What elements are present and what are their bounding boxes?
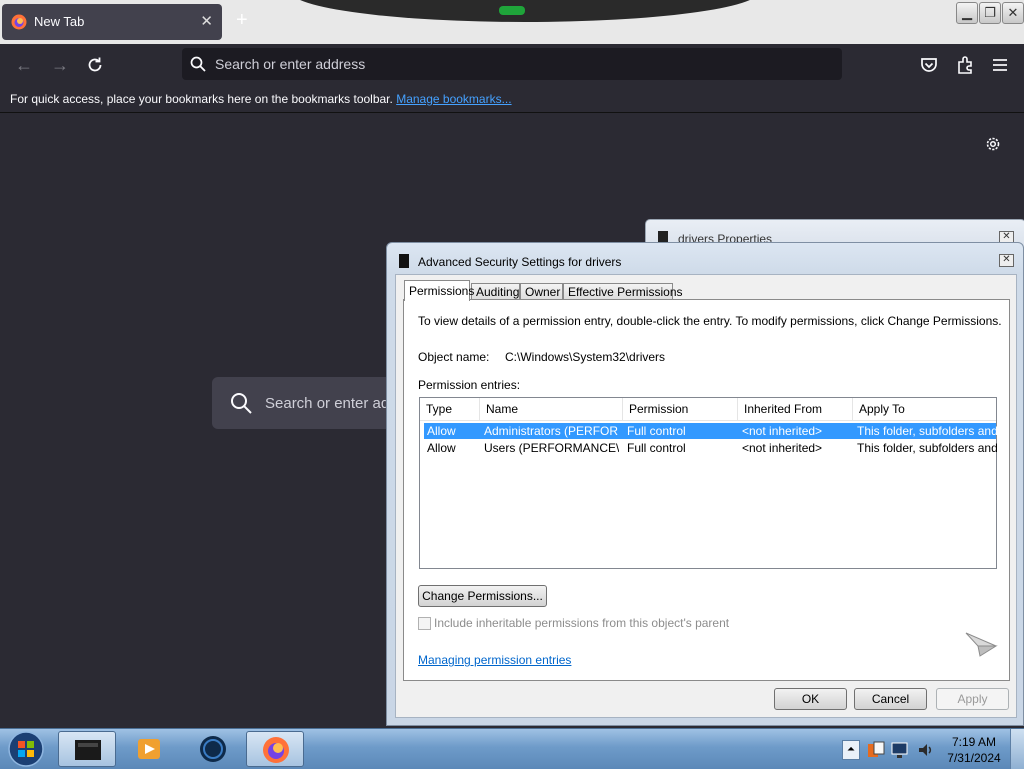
taskbar-firefox[interactable]	[246, 731, 304, 767]
column-name[interactable]: Name	[480, 398, 623, 420]
close-icon[interactable]: ✕	[999, 254, 1014, 267]
permission-entries-list[interactable]: Type Name Permission Inherited From Appl…	[419, 397, 997, 569]
info-text: To view details of a permission entry, d…	[418, 314, 1002, 328]
apply-button[interactable]: Apply	[936, 688, 1009, 710]
taskbar-globe-app[interactable]	[184, 731, 242, 767]
tab-auditing[interactable]: Auditing	[471, 283, 520, 300]
object-name-value: C:\Windows\System32\drivers	[505, 350, 666, 364]
volume-icon[interactable]	[916, 740, 936, 760]
taskbar-security-app[interactable]	[58, 731, 116, 767]
gear-icon[interactable]	[984, 135, 1002, 153]
search-icon	[190, 56, 206, 72]
security-icon	[399, 254, 409, 268]
globe-icon	[200, 736, 226, 762]
firefox-icon	[263, 737, 289, 763]
bookmarks-toolbar: For quick access, place your bookmarks h…	[0, 86, 1024, 113]
firefox-icon	[11, 14, 27, 30]
cell-name: Administrators (PERFOR...	[484, 424, 619, 438]
cell-name: Users (PERFORMANCE\...	[484, 441, 619, 455]
new-tab-button[interactable]: +	[236, 9, 248, 32]
bookmarks-message: For quick access, place your bookmarks h…	[10, 92, 512, 106]
close-tab-icon[interactable]: ✕	[200, 12, 213, 30]
tab-strip: New Tab ✕ + ▁ ❐ ✕	[0, 0, 1024, 44]
security-icon	[75, 740, 101, 760]
permissions-panel: To view details of a permission entry, d…	[403, 299, 1010, 681]
clock[interactable]: 7:19 AM 7/31/2024	[945, 734, 1003, 766]
back-button[interactable]: ←	[12, 54, 36, 76]
navigation-toolbar: ← → Search or enter address	[0, 44, 1024, 86]
permission-entries-label: Permission entries:	[418, 378, 521, 392]
tab-title: New Tab	[34, 14, 85, 29]
cell-type: Allow	[427, 424, 456, 438]
tab-owner[interactable]: Owner	[520, 283, 563, 300]
restore-button[interactable]: ❐	[979, 2, 1001, 24]
cell-inherited-from: <not inherited>	[742, 424, 823, 438]
extensions-icon[interactable]	[954, 54, 976, 76]
cell-inherited-from: <not inherited>	[742, 441, 823, 455]
cell-permission: Full control	[627, 424, 686, 438]
reload-icon[interactable]	[86, 56, 104, 74]
include-inheritable-checkbox[interactable]	[418, 617, 431, 630]
object-name-label: Object name:	[418, 350, 490, 364]
table-row[interactable]: Allow Users (PERFORMANCE\... Full contro…	[424, 440, 997, 456]
network-icon[interactable]	[890, 740, 910, 760]
address-placeholder: Search or enter address	[215, 56, 366, 72]
column-inherited-from[interactable]: Inherited From	[738, 398, 853, 420]
dialog-title: Advanced Security Settings for drivers	[418, 255, 622, 269]
clock-time: 7:19 AM	[951, 735, 997, 749]
cell-type: Allow	[427, 441, 456, 455]
cell-apply-to: This folder, subfolders and...	[857, 424, 997, 438]
forward-button[interactable]: →	[48, 54, 72, 76]
list-header: Type Name Permission Inherited From Appl…	[420, 398, 996, 421]
pocket-icon[interactable]	[918, 54, 940, 76]
address-bar[interactable]: Search or enter address	[182, 48, 842, 80]
table-row[interactable]: Allow Administrators (PERFOR... Full con…	[424, 423, 997, 439]
cancel-button[interactable]: Cancel	[854, 688, 927, 710]
taskbar: ⏶ 7:19 AM 7/31/2024	[0, 728, 1024, 769]
column-permission[interactable]: Permission	[623, 398, 738, 420]
send-arrow-icon	[965, 632, 998, 657]
minimize-button[interactable]: ▁	[956, 2, 978, 24]
wallpaper-light-icon	[499, 6, 525, 15]
manage-bookmarks-link[interactable]: Manage bookmarks...	[396, 92, 511, 106]
menu-icon[interactable]	[989, 54, 1011, 76]
column-apply-to[interactable]: Apply To	[853, 398, 996, 420]
start-button[interactable]	[7, 731, 45, 767]
taskbar-media-player[interactable]	[120, 731, 178, 767]
close-window-button[interactable]: ✕	[1002, 2, 1024, 24]
ok-button[interactable]: OK	[774, 688, 847, 710]
column-type[interactable]: Type	[420, 398, 480, 420]
tab-effective-permissions[interactable]: Effective Permissions	[563, 283, 683, 300]
include-inheritable-label: Include inheritable permissions from thi…	[434, 616, 730, 630]
tab-new-tab[interactable]: New Tab ✕	[2, 4, 222, 40]
show-hidden-icons-button[interactable]: ⏶	[842, 740, 860, 760]
managing-permission-entries-link[interactable]: Managing permission entries	[418, 653, 571, 667]
clock-date: 7/31/2024	[947, 751, 1001, 765]
change-permissions-button[interactable]: Change Permissions...	[418, 585, 547, 607]
advanced-security-settings-dialog: Advanced Security Settings for drivers ✕…	[386, 242, 1024, 726]
media-player-icon	[138, 739, 160, 759]
show-desktop-button[interactable]	[1010, 729, 1024, 769]
cell-apply-to: This folder, subfolders and...	[857, 441, 997, 455]
action-center-icon[interactable]	[866, 740, 886, 760]
dialog-body: Permissions Auditing Owner Effective Per…	[395, 274, 1017, 718]
search-icon	[231, 393, 252, 414]
cell-permission: Full control	[627, 441, 686, 455]
tab-permissions[interactable]: Permissions	[404, 280, 474, 301]
